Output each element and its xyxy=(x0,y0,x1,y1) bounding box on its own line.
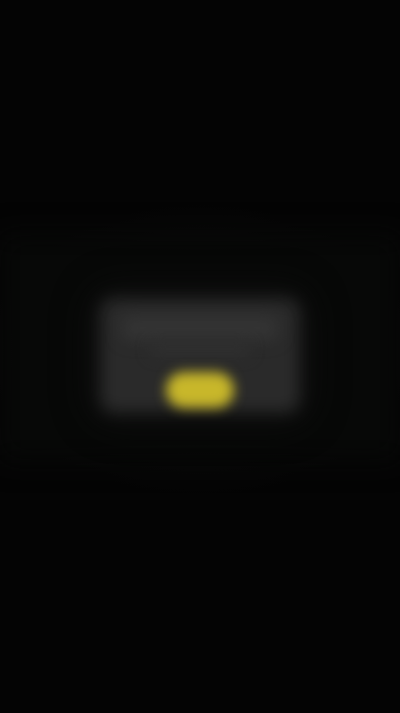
blurred-screen xyxy=(0,0,400,713)
primary-button-label xyxy=(166,372,234,408)
primary-button[interactable] xyxy=(166,372,234,408)
dialog-message xyxy=(150,342,250,356)
dialog-title xyxy=(122,316,278,340)
